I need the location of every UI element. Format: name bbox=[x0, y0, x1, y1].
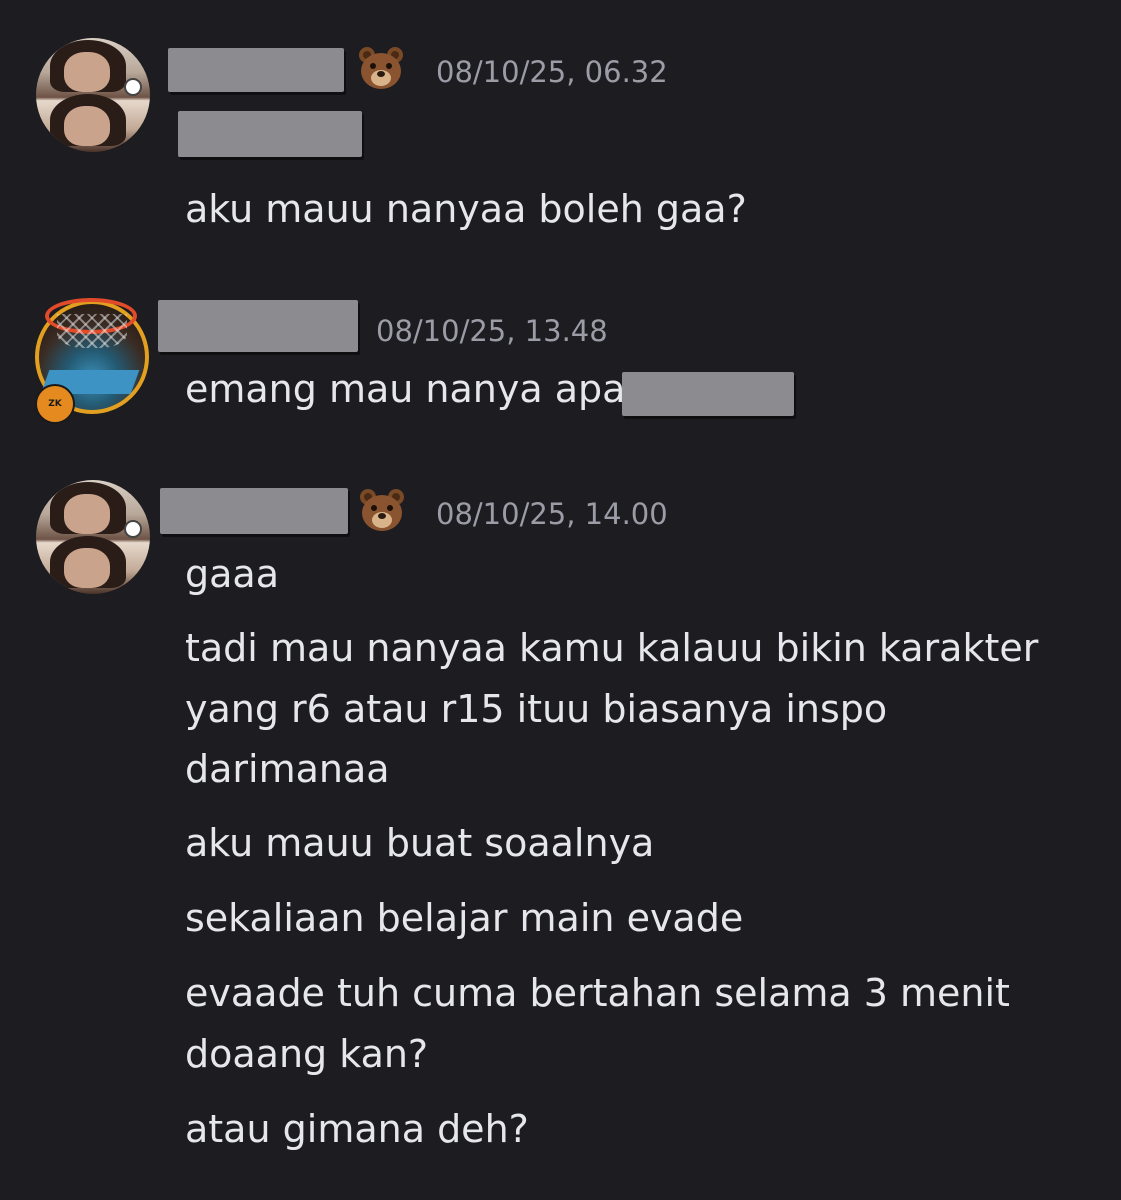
message-text: sekaliaan belajar main evade bbox=[185, 896, 744, 940]
message-text: aku mauu buat soaalnya bbox=[185, 821, 655, 865]
message-timestamp: 08/10/25, 06.32 bbox=[436, 55, 668, 89]
redacted-username bbox=[158, 300, 358, 352]
user-avatar[interactable]: ZK bbox=[35, 298, 149, 424]
user-avatar[interactable] bbox=[36, 480, 150, 594]
chat-log: 08/10/25, 06.32 aku mauu nanyaa boleh ga… bbox=[0, 0, 1121, 1200]
message-text: doaang kan? bbox=[185, 1032, 429, 1076]
message-text: gaaa bbox=[185, 552, 279, 596]
message-text: aku mauu nanyaa boleh gaa? bbox=[185, 187, 747, 231]
redacted-role-tag bbox=[178, 111, 362, 157]
basketball-icon: ZK bbox=[35, 384, 75, 424]
message-text: emang mau nanya apa bbox=[185, 367, 626, 411]
message-text: tadi mau nanyaa kamu kalauu bikin karakt… bbox=[185, 626, 1039, 670]
redacted-username bbox=[168, 48, 344, 92]
message-text: atau gimana deh? bbox=[185, 1107, 529, 1151]
bear-emoji-icon bbox=[359, 47, 403, 89]
message-text: evaade tuh cuma bertahan selama 3 menit bbox=[185, 971, 1010, 1015]
bear-emoji-icon bbox=[360, 489, 404, 531]
redacted-inline-text bbox=[622, 372, 794, 416]
message-timestamp: 08/10/25, 13.48 bbox=[376, 314, 608, 348]
redacted-username bbox=[160, 488, 348, 534]
message-text: yang r6 atau r15 ituu biasanya inspo bbox=[185, 687, 888, 731]
user-avatar[interactable] bbox=[36, 38, 150, 152]
message-timestamp: 08/10/25, 14.00 bbox=[436, 497, 668, 531]
message-text: darimanaa bbox=[185, 747, 390, 791]
